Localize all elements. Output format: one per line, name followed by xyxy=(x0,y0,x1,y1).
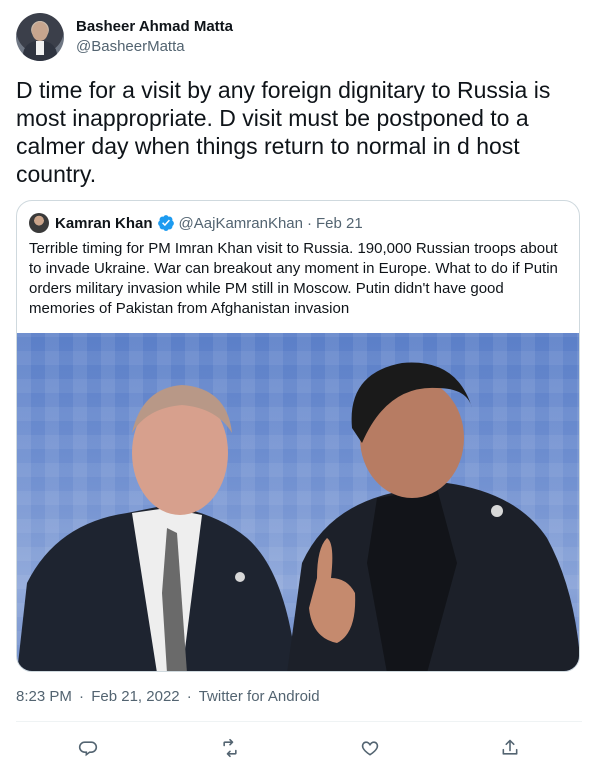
tweet-source: Twitter for Android xyxy=(198,688,320,705)
tweet-author: Basheer Ahmad Matta @BasheerMatta xyxy=(16,12,233,62)
share-icon xyxy=(502,739,518,755)
retweet-icon xyxy=(223,738,237,758)
quoted-separator: · xyxy=(307,214,312,232)
photo-illustration xyxy=(17,362,579,671)
timestamp-separator-1: · xyxy=(79,688,85,705)
tweet-actions xyxy=(16,730,582,768)
tweet-text: D time for a visit by any foreign dignit… xyxy=(16,77,551,187)
quoted-author-avatar xyxy=(29,213,49,233)
tweet-date[interactable]: Feb 21, 2022 xyxy=(91,688,179,705)
tweet-time[interactable]: 8:23 PM xyxy=(16,688,72,705)
avatar-face-shape xyxy=(32,22,48,41)
quoted-tweet[interactable]: Kamran Khan @AajKamranKhan · Feb 21 Terr… xyxy=(16,200,580,672)
avatar-shirt-shape xyxy=(36,41,44,55)
verified-badge-icon xyxy=(157,215,174,231)
author-handle[interactable]: @BasheerMatta xyxy=(76,37,233,57)
quoted-tweet-text: Terrible timing for PM Imran Khan visit … xyxy=(29,240,558,317)
quoted-tweet-header: Kamran Khan @AajKamranKhan · Feb 21 xyxy=(29,213,363,233)
retweet-button[interactable] xyxy=(218,736,242,760)
author-display-name[interactable]: Basheer Ahmad Matta xyxy=(76,17,233,37)
actions-divider xyxy=(16,721,582,722)
tweet-card: Basheer Ahmad Matta @BasheerMatta D time… xyxy=(0,0,598,772)
quoted-tweet-photo[interactable] xyxy=(17,333,579,671)
quoted-author-name: Kamran Khan xyxy=(55,214,153,232)
author-names: Basheer Ahmad Matta @BasheerMatta xyxy=(76,17,233,57)
quoted-author-handle: @AajKamranKhan xyxy=(178,214,303,232)
reply-button[interactable] xyxy=(76,736,100,760)
timestamp-separator-2: · xyxy=(186,688,192,705)
tweet-timestamp-line: 8:23 PM · Feb 21, 2022 · Twitter for And… xyxy=(16,688,320,705)
quoted-date: Feb 21 xyxy=(316,214,363,232)
share-button[interactable] xyxy=(498,736,522,760)
author-avatar[interactable] xyxy=(16,13,64,61)
reply-icon xyxy=(78,741,98,757)
like-icon xyxy=(361,741,379,756)
like-button[interactable] xyxy=(358,736,382,760)
